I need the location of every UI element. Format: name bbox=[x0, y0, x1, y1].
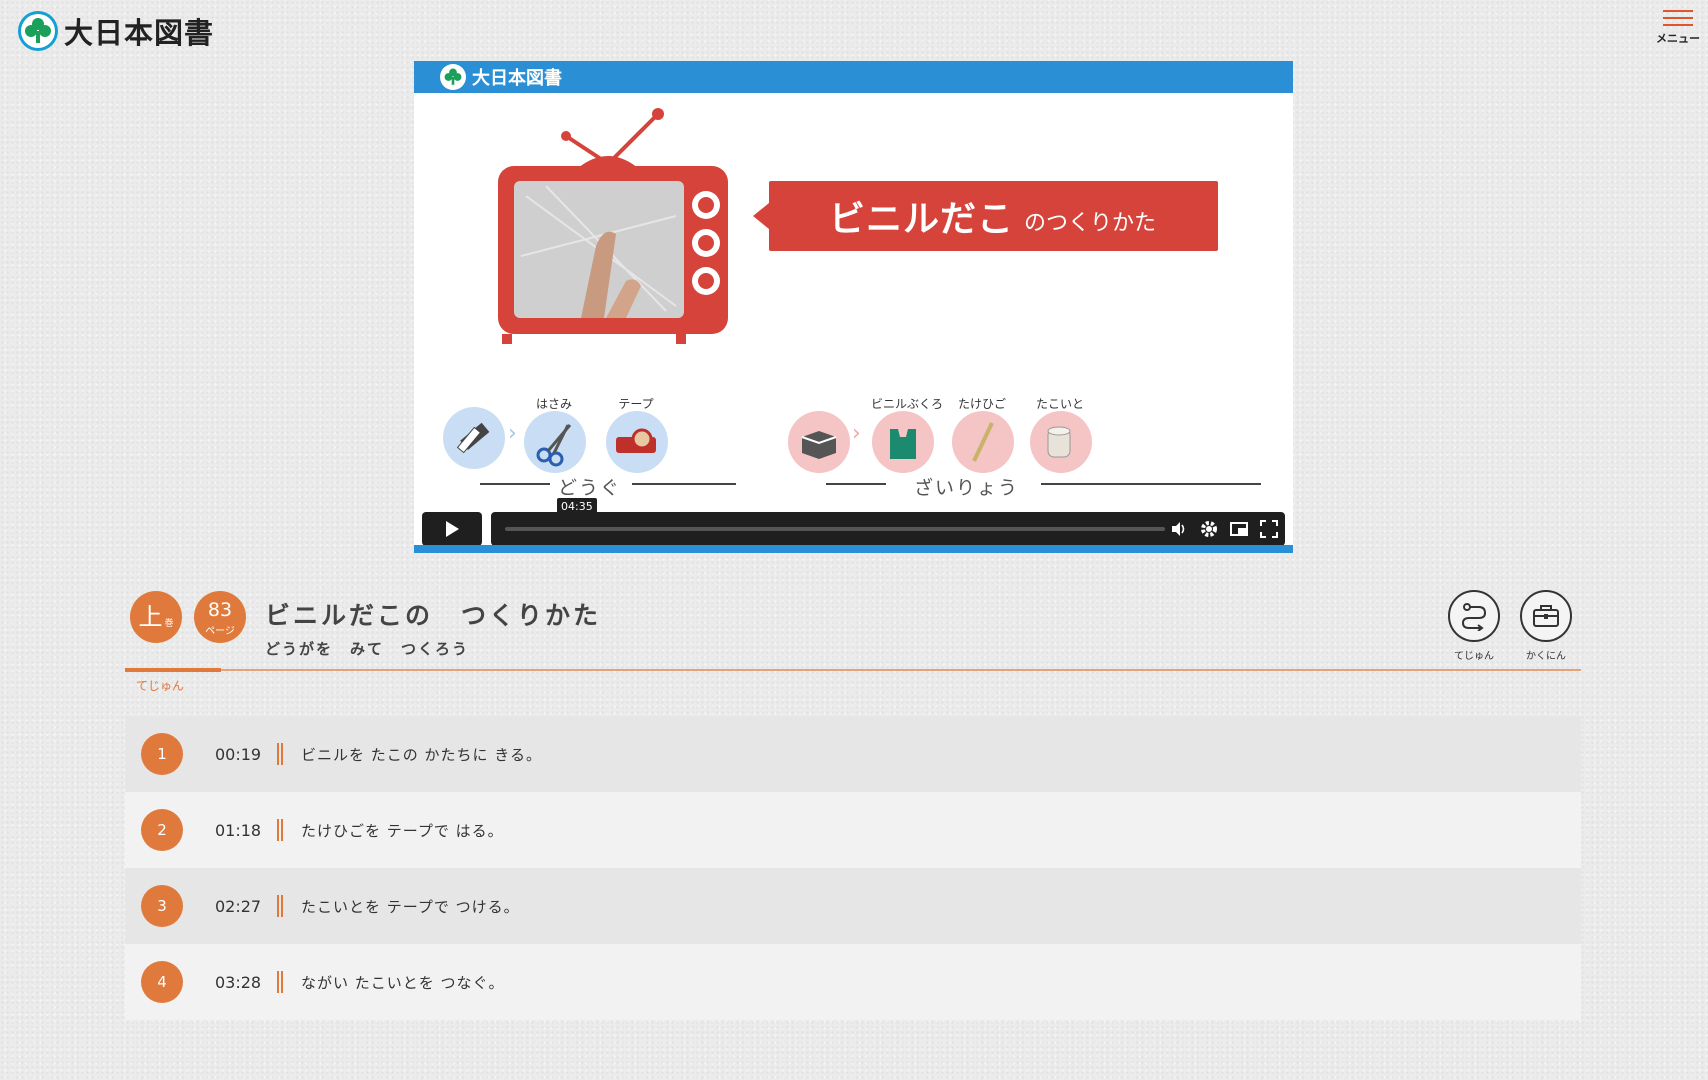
check-button-label: かくにん bbox=[1526, 651, 1566, 662]
tree-logo-icon bbox=[18, 11, 58, 51]
step-number: 1 bbox=[141, 733, 183, 775]
video-title-banner: ビニルだこ のつくりかた bbox=[753, 181, 1218, 251]
tools-group-line bbox=[632, 483, 736, 485]
video-bottom-strip bbox=[414, 545, 1293, 553]
section-divider bbox=[125, 669, 1581, 671]
volume-char: 上 bbox=[138, 603, 163, 631]
video-player[interactable]: 大日本図書 ビニルだこ のつくりかた › はさみ テープ どうぐ › ビニルぶく… bbox=[414, 61, 1293, 553]
video-title-small: のつくりかた bbox=[1024, 211, 1157, 236]
play-button[interactable] bbox=[422, 512, 482, 546]
tape-icon bbox=[606, 411, 668, 473]
material-label-stick: たけひご bbox=[957, 397, 1006, 411]
tool-label-tape: テープ bbox=[618, 397, 654, 411]
step-separator bbox=[277, 895, 283, 917]
play-icon bbox=[446, 521, 459, 537]
step-text: ビニルを たこの かたちに きる。 bbox=[301, 745, 543, 764]
page-suffix: ページ bbox=[205, 625, 235, 637]
step-text: ながい たこいとを つなぐ。 bbox=[301, 973, 505, 992]
step-time[interactable]: 01:18 bbox=[215, 821, 261, 840]
tools-group-icon bbox=[443, 407, 505, 469]
check-button[interactable] bbox=[1520, 590, 1572, 642]
tree-logo-icon bbox=[440, 64, 466, 90]
chevron-right-icon: › bbox=[852, 421, 861, 446]
step-text: たこいとを テープで つける。 bbox=[301, 897, 520, 916]
step-time[interactable]: 03:28 bbox=[215, 973, 261, 992]
video-top-bar: 大日本図書 bbox=[414, 61, 1293, 93]
volume-badge: 上 巻 bbox=[130, 591, 182, 643]
tab-steps[interactable]: てじゅん bbox=[136, 677, 184, 694]
materials-group-line bbox=[826, 483, 886, 485]
step-number: 2 bbox=[141, 809, 183, 851]
menu-label: メニュー bbox=[1656, 32, 1700, 45]
tv-illustration-icon bbox=[498, 108, 728, 344]
kite-string-icon bbox=[1030, 411, 1092, 473]
pip-icon[interactable] bbox=[1229, 519, 1249, 539]
materials-group-line bbox=[1041, 483, 1261, 485]
tool-label-scissors: はさみ bbox=[535, 397, 572, 411]
tools-group-label: どうぐ bbox=[558, 477, 622, 499]
step-row[interactable]: 3 02:27 たこいとを テープで つける。 bbox=[125, 868, 1581, 944]
step-separator bbox=[277, 971, 283, 993]
lesson-subtitle: どうがを みて つくろう bbox=[265, 640, 470, 658]
step-separator bbox=[277, 819, 283, 841]
plastic-bag-icon bbox=[872, 411, 934, 473]
control-bar: 04:35 bbox=[491, 498, 1285, 546]
step-row[interactable]: 2 01:18 たけひごを テープで はる。 bbox=[125, 792, 1581, 868]
time-tooltip: 04:35 bbox=[557, 498, 597, 515]
menu-button[interactable]: メニュー bbox=[1648, 0, 1708, 50]
step-time[interactable]: 02:27 bbox=[215, 897, 261, 916]
video-title-big: ビニルだこ bbox=[829, 199, 1015, 240]
material-label-string: たこいと bbox=[1035, 397, 1084, 411]
step-number: 4 bbox=[141, 961, 183, 1003]
step-number: 3 bbox=[141, 885, 183, 927]
toolbox-icon bbox=[1533, 605, 1559, 627]
volume-icon[interactable] bbox=[1169, 519, 1189, 539]
site-logo[interactable]: 大日本図書 bbox=[18, 10, 214, 52]
step-time[interactable]: 00:19 bbox=[215, 745, 261, 764]
materials-group-label: ざいりょう bbox=[914, 477, 1020, 499]
control-icons bbox=[1169, 512, 1279, 546]
step-row[interactable]: 4 03:28 ながい たこいとを つなぐ。 bbox=[125, 944, 1581, 1020]
hamburger-icon bbox=[1663, 10, 1693, 12]
materials-box-icon bbox=[788, 411, 850, 473]
scissors-icon bbox=[524, 411, 586, 473]
page-badge: 83 ページ bbox=[194, 591, 246, 643]
steps-button[interactable] bbox=[1448, 590, 1500, 642]
step-text: たけひごを テープで はる。 bbox=[301, 821, 504, 840]
progress-bar[interactable] bbox=[505, 527, 1165, 531]
active-tab-indicator bbox=[125, 668, 221, 672]
logo-text: 大日本図書 bbox=[64, 16, 215, 50]
lesson-title: ビニルだこの つくりかた bbox=[265, 601, 602, 630]
hamburger-icon-bar bbox=[1663, 24, 1693, 26]
tools-group-line bbox=[480, 483, 550, 485]
step-row[interactable]: 1 00:19 ビニルを たこの かたちに きる。 bbox=[125, 716, 1581, 792]
video-logo-text: 大日本図書 bbox=[472, 68, 562, 89]
step-separator bbox=[277, 743, 283, 765]
steps-button-label: てじゅん bbox=[1454, 651, 1494, 662]
route-icon bbox=[1461, 603, 1487, 631]
fullscreen-icon[interactable] bbox=[1259, 519, 1279, 539]
chevron-right-icon: › bbox=[508, 421, 517, 446]
video-controls: 04:35 bbox=[422, 498, 1285, 546]
steps-list: 1 00:19 ビニルを たこの かたちに きる。 2 01:18 たけひごを … bbox=[125, 716, 1581, 1020]
bamboo-stick-icon bbox=[952, 411, 1014, 473]
volume-suffix: 巻 bbox=[164, 619, 174, 629]
page-number: 83 bbox=[207, 598, 233, 621]
settings-icon[interactable] bbox=[1199, 519, 1219, 539]
hamburger-icon-bar bbox=[1663, 17, 1693, 19]
